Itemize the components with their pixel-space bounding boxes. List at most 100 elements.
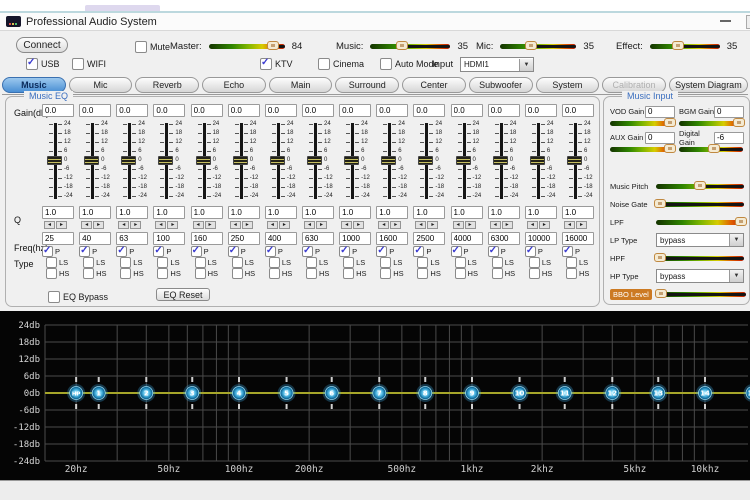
type-p-checkbox-band-5[interactable] xyxy=(191,246,202,257)
q-input-band-7[interactable] xyxy=(265,206,297,219)
eq-reset-button[interactable]: EQ Reset xyxy=(156,288,210,301)
master-slider[interactable] xyxy=(209,44,285,49)
mic-slider[interactable] xyxy=(500,44,576,49)
type-hs-checkbox-band-6[interactable] xyxy=(232,268,243,279)
q-input-band-9[interactable] xyxy=(339,206,371,219)
type-hs-band-11[interactable]: HS xyxy=(417,269,440,278)
vod-gain-slider-handle[interactable] xyxy=(664,118,676,127)
gain-slider-handle-band-11[interactable] xyxy=(418,156,433,165)
q-input-band-4[interactable] xyxy=(153,206,185,219)
music-slider[interactable] xyxy=(370,44,450,49)
type-hs-checkbox-band-7[interactable] xyxy=(269,268,280,279)
q-spin-right-icon[interactable]: ▸ xyxy=(205,221,216,229)
q-spin-right-icon[interactable]: ▸ xyxy=(279,221,290,229)
input-select[interactable]: HDMI1 ▼ xyxy=(460,57,534,72)
gain-slider-band-14[interactable]: 24181260-6-12-18-24 xyxy=(525,122,561,202)
type-p-checkbox-band-15[interactable] xyxy=(562,246,573,257)
type-hs-band-12[interactable]: HS xyxy=(455,269,478,278)
q-spin-left-icon[interactable]: ◂ xyxy=(341,221,352,229)
gain-input-band-15[interactable] xyxy=(562,104,594,117)
vod-gain-slider[interactable] xyxy=(610,121,674,126)
type-p-band-13[interactable]: P xyxy=(488,247,506,256)
freq-input-band-4[interactable] xyxy=(153,232,185,245)
q-spin-left-icon[interactable]: ◂ xyxy=(81,221,92,229)
usb-checkbox[interactable]: USB xyxy=(26,58,60,70)
type-p-checkbox-band-1[interactable] xyxy=(42,246,53,257)
usb-checkbox-box[interactable] xyxy=(26,58,38,70)
type-ls-checkbox-band-7[interactable] xyxy=(269,257,280,268)
q-spin-left-icon[interactable]: ◂ xyxy=(267,221,278,229)
q-spin-left-icon[interactable]: ◂ xyxy=(527,221,538,229)
type-hs-checkbox-band-12[interactable] xyxy=(455,268,466,279)
type-p-band-3[interactable]: P xyxy=(116,247,134,256)
gain-slider-band-12[interactable]: 24181260-6-12-18-24 xyxy=(451,122,487,202)
hp-type-select[interactable]: bypass▼ xyxy=(656,269,744,283)
type-ls-checkbox-band-10[interactable] xyxy=(380,257,391,268)
music-pitch-slider-handle[interactable] xyxy=(694,181,706,190)
type-ls-band-10[interactable]: LS xyxy=(380,258,402,267)
type-hs-checkbox-band-4[interactable] xyxy=(157,268,168,279)
gain-slider-handle-band-2[interactable] xyxy=(84,156,99,165)
q-spin-right-icon[interactable]: ▸ xyxy=(56,221,67,229)
gain-slider-handle-band-8[interactable] xyxy=(307,156,322,165)
mute-checkbox[interactable]: Mute xyxy=(135,41,170,53)
tab-system[interactable]: System xyxy=(536,77,600,93)
q-spin-right-icon[interactable]: ▸ xyxy=(390,221,401,229)
q-spin-left-icon[interactable]: ◂ xyxy=(118,221,129,229)
q-spin-right-icon[interactable]: ▸ xyxy=(93,221,104,229)
type-p-checkbox-band-14[interactable] xyxy=(525,246,536,257)
q-input-band-13[interactable] xyxy=(488,206,520,219)
bgm-gain-slider[interactable] xyxy=(679,121,743,126)
q-input-band-12[interactable] xyxy=(451,206,483,219)
type-ls-checkbox-band-15[interactable] xyxy=(566,257,577,268)
tab-center[interactable]: Center xyxy=(402,77,466,93)
hpf-slider-handle[interactable] xyxy=(654,253,666,262)
type-p-band-2[interactable]: P xyxy=(79,247,97,256)
gain-input-band-11[interactable] xyxy=(413,104,445,117)
type-p-checkbox-band-10[interactable] xyxy=(376,246,387,257)
type-hs-checkbox-band-13[interactable] xyxy=(492,268,503,279)
gain-input-band-9[interactable] xyxy=(339,104,371,117)
connect-button[interactable]: Connect xyxy=(16,37,68,53)
type-p-band-5[interactable]: P xyxy=(191,247,209,256)
digital-gain-input[interactable] xyxy=(714,132,744,144)
freq-input-band-6[interactable] xyxy=(228,232,260,245)
chevron-down-icon[interactable]: ▼ xyxy=(729,234,743,246)
tab-main[interactable]: Main xyxy=(269,77,333,93)
master-slider-handle[interactable] xyxy=(267,41,279,50)
type-p-band-1[interactable]: P xyxy=(42,247,60,256)
type-hs-band-14[interactable]: HS xyxy=(529,269,552,278)
type-ls-checkbox-band-12[interactable] xyxy=(455,257,466,268)
tab-subwoofer[interactable]: Subwoofer xyxy=(469,77,533,93)
music-pitch-slider[interactable] xyxy=(656,184,744,189)
q-spin-left-icon[interactable]: ◂ xyxy=(378,221,389,229)
type-ls-checkbox-band-14[interactable] xyxy=(529,257,540,268)
type-hs-checkbox-band-3[interactable] xyxy=(120,268,131,279)
aux-gain-slider-handle[interactable] xyxy=(664,144,676,153)
type-p-band-8[interactable]: P xyxy=(302,247,320,256)
freq-input-band-5[interactable] xyxy=(191,232,223,245)
tab-mic[interactable]: Mic xyxy=(69,77,133,93)
music-slider-handle[interactable] xyxy=(396,41,408,50)
tab-echo[interactable]: Echo xyxy=(202,77,266,93)
type-ls-band-15[interactable]: LS xyxy=(566,258,588,267)
type-ls-checkbox-band-9[interactable] xyxy=(343,257,354,268)
q-spin-left-icon[interactable]: ◂ xyxy=(415,221,426,229)
gain-slider-band-1[interactable]: 24181260-6-12-18-24 xyxy=(42,122,78,202)
chevron-down-icon[interactable]: ▼ xyxy=(729,270,743,282)
gain-slider-handle-band-6[interactable] xyxy=(233,156,248,165)
q-spin-right-icon[interactable]: ▸ xyxy=(465,221,476,229)
type-ls-checkbox-band-2[interactable] xyxy=(83,257,94,268)
gain-slider-band-11[interactable]: 24181260-6-12-18-24 xyxy=(413,122,449,202)
gain-slider-band-13[interactable]: 24181260-6-12-18-24 xyxy=(488,122,524,202)
cinema-checkbox-box[interactable] xyxy=(318,58,330,70)
q-input-band-2[interactable] xyxy=(79,206,111,219)
freq-input-band-14[interactable] xyxy=(525,232,557,245)
q-input-band-15[interactable] xyxy=(562,206,594,219)
q-input-band-14[interactable] xyxy=(525,206,557,219)
q-spin-right-icon[interactable]: ▸ xyxy=(502,221,513,229)
digital-gain-slider-handle[interactable] xyxy=(708,144,720,153)
freq-input-band-9[interactable] xyxy=(339,232,371,245)
type-p-checkbox-band-8[interactable] xyxy=(302,246,313,257)
ktv-checkbox[interactable]: KTV xyxy=(260,58,293,70)
